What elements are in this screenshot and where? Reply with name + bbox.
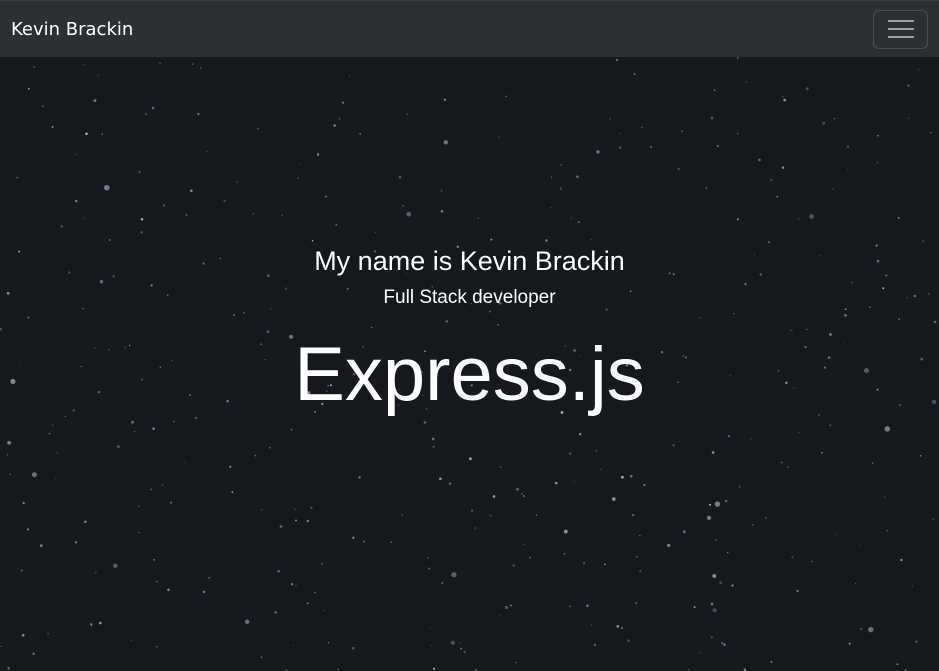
navbar-brand[interactable]: Kevin Brackin (11, 19, 133, 40)
hero-technology-heading: Express.js (294, 332, 645, 417)
hero-section: My name is Kevin Brackin Full Stack deve… (0, 57, 939, 671)
navbar-toggler-button[interactable] (873, 9, 928, 49)
hamburger-menu-icon (887, 19, 914, 39)
navbar: Kevin Brackin (0, 0, 939, 57)
page: Kevin Brackin My name is Kevin Brackin F… (0, 0, 939, 671)
hero-name-heading: My name is Kevin Brackin (314, 246, 625, 276)
hero-role-text: Full Stack developer (383, 287, 556, 308)
